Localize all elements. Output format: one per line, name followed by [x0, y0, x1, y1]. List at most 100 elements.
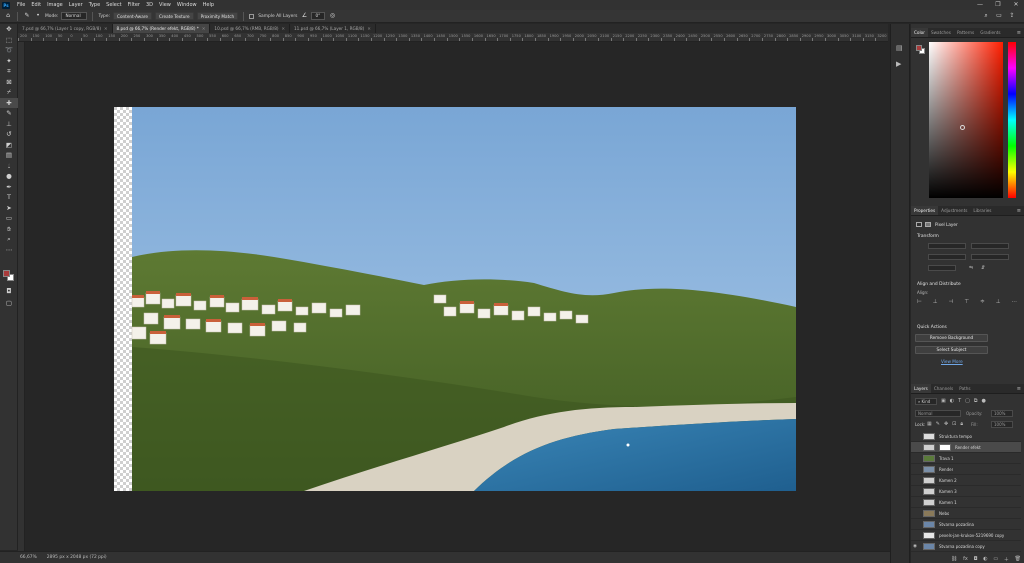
- hand-tool-icon[interactable]: ✋︎: [0, 224, 18, 235]
- close-window-button[interactable]: ✕: [1008, 0, 1024, 10]
- menu-filter[interactable]: Filter: [125, 2, 143, 8]
- menu-layer[interactable]: Layer: [66, 2, 86, 8]
- tab-layers[interactable]: Layers: [911, 384, 931, 393]
- close-tab-icon[interactable]: ✕: [202, 24, 206, 33]
- filter-shape-icon[interactable]: ▢: [965, 398, 970, 404]
- quick-actions-title[interactable]: Quick Actions: [917, 325, 947, 330]
- visibility-eye-icon[interactable]: [911, 431, 919, 442]
- align-top-icon[interactable]: ⊤: [964, 299, 969, 305]
- menu-file[interactable]: File: [14, 2, 28, 8]
- link-layers-icon[interactable]: ⛓: [951, 556, 957, 563]
- tab-patterns[interactable]: Patterns: [954, 28, 977, 37]
- transform-h-input[interactable]: [928, 254, 966, 260]
- menu-view[interactable]: View: [156, 2, 174, 8]
- layer-row[interactable]: Render efekt: [911, 442, 1021, 453]
- opacity-input[interactable]: 100%: [991, 410, 1013, 417]
- path-selection-tool-icon[interactable]: ➤: [0, 203, 18, 214]
- delete-layer-icon[interactable]: 🗑︎: [1015, 556, 1021, 563]
- align-bottom-icon[interactable]: ⊥: [996, 299, 1001, 305]
- menu-3d[interactable]: 3D: [143, 2, 156, 8]
- fx-icon[interactable]: fx: [963, 556, 968, 563]
- color-picker-cursor[interactable]: [960, 125, 965, 130]
- close-tab-icon[interactable]: ✕: [104, 24, 108, 33]
- tab-document-7[interactable]: 7.psd @ 66,7% (Layer 1 copy, RGB/8) ✕: [18, 24, 113, 33]
- tab-gradients[interactable]: Gradients: [977, 28, 1003, 37]
- content-aware-button[interactable]: Content-Aware: [113, 12, 152, 20]
- close-tab-icon[interactable]: ✕: [282, 24, 286, 33]
- proximity-match-button[interactable]: Proximity Match: [196, 12, 239, 20]
- sample-all-checkbox[interactable]: [249, 13, 255, 19]
- lock-all-icon[interactable]: 🔒︎: [960, 421, 963, 427]
- visibility-eye-icon[interactable]: [911, 530, 919, 541]
- flip-horizontal-icon[interactable]: ⇋: [969, 265, 977, 271]
- transform-angle-input[interactable]: [928, 265, 956, 271]
- new-group-icon[interactable]: ▭: [993, 556, 998, 563]
- create-texture-button[interactable]: Create Texture: [155, 12, 194, 20]
- close-tab-icon[interactable]: ✕: [367, 24, 371, 33]
- canvas-area[interactable]: [25, 42, 888, 551]
- lock-position-icon[interactable]: ✥: [944, 421, 948, 427]
- layer-row[interactable]: pexels-jan-krukov-5219690 copy: [911, 530, 1021, 541]
- hue-slider[interactable]: [1008, 42, 1016, 198]
- vertical-ruler[interactable]: [18, 42, 25, 551]
- blur-tool-icon[interactable]: 💧︎: [0, 161, 18, 172]
- crop-tool-icon[interactable]: ⌗: [0, 66, 18, 77]
- gradient-tool-icon[interactable]: ▤: [0, 150, 18, 161]
- remove-background-button[interactable]: Remove Background: [915, 334, 988, 342]
- type-tool-icon[interactable]: T: [0, 192, 18, 203]
- history-panel-icon[interactable]: ▤: [896, 44, 903, 52]
- fill-input[interactable]: 100%: [991, 421, 1013, 428]
- rectangle-tool-icon[interactable]: ▭: [0, 213, 18, 224]
- layer-row[interactable]: Trava 1: [911, 453, 1021, 464]
- eyedropper-tool-icon[interactable]: ⌿: [0, 87, 18, 98]
- adjustment-layer-icon[interactable]: ◐: [983, 556, 987, 563]
- magic-wand-tool-icon[interactable]: ✦: [0, 56, 18, 67]
- visibility-eye-icon[interactable]: [911, 519, 919, 530]
- layer-row[interactable]: Nebo: [911, 508, 1021, 519]
- visibility-eye-icon[interactable]: [911, 486, 919, 497]
- new-layer-icon[interactable]: ＋: [1004, 556, 1009, 563]
- minimize-button[interactable]: —: [972, 0, 988, 10]
- transform-w-input[interactable]: [928, 243, 966, 249]
- tab-color[interactable]: Color: [911, 28, 928, 37]
- tab-document-8[interactable]: 8.psd @ 66,7% (Render efekt, RGB/8) * ✕: [112, 24, 211, 33]
- frame-tool-icon[interactable]: ⊠: [0, 77, 18, 88]
- layer-mask-thumbnail[interactable]: [939, 443, 951, 451]
- zoom-tool-icon[interactable]: ⌕: [0, 234, 18, 245]
- tab-document-11[interactable]: 11.psd @ 66,7% (Layer 1, RGB/8) ✕: [290, 24, 376, 33]
- visibility-eye-icon[interactable]: [911, 464, 919, 475]
- menu-image[interactable]: Image: [44, 2, 66, 8]
- layer-row[interactable]: Kamen 2: [911, 475, 1021, 486]
- screen-mode-icon[interactable]: ▢: [0, 298, 18, 309]
- tab-document-10[interactable]: 10.psd @ 66,7% (RMB, RGB/8) ✕: [210, 24, 291, 33]
- layer-filter-select[interactable]: ⌕ Kind: [915, 398, 937, 405]
- lock-pixels-icon[interactable]: ✎: [936, 421, 940, 427]
- align-right-icon[interactable]: ⊣: [949, 299, 954, 305]
- flip-vertical-icon[interactable]: ⇵: [981, 265, 989, 271]
- align-center-h-icon[interactable]: ⊥: [933, 299, 938, 305]
- brush-tool-icon[interactable]: ✎: [0, 108, 18, 119]
- add-mask-icon[interactable]: ◘: [974, 556, 978, 563]
- tab-swatches[interactable]: Swatches: [928, 28, 954, 37]
- menu-edit[interactable]: Edit: [28, 2, 44, 8]
- search-icon[interactable]: ⌕: [982, 12, 990, 20]
- panel-menu-icon[interactable]: ≡: [1017, 206, 1021, 216]
- angle-input[interactable]: 0°: [311, 12, 326, 20]
- zoom-level[interactable]: 66,67%: [20, 555, 37, 560]
- visibility-eye-icon[interactable]: ◉: [911, 541, 919, 552]
- visibility-eye-icon[interactable]: [911, 442, 919, 453]
- panel-menu-icon[interactable]: ≡: [1017, 28, 1021, 38]
- layer-row[interactable]: Kamen 3: [911, 486, 1021, 497]
- home-icon[interactable]: ⌂: [4, 12, 12, 20]
- marquee-tool-icon[interactable]: ⬚: [0, 35, 18, 46]
- history-brush-tool-icon[interactable]: ↺: [0, 129, 18, 140]
- dodge-tool-icon[interactable]: ●: [0, 171, 18, 182]
- visibility-eye-icon[interactable]: [911, 475, 919, 486]
- filter-pixel-icon[interactable]: ▣: [941, 398, 946, 404]
- actions-panel-icon[interactable]: ▶: [896, 60, 901, 68]
- pressure-icon[interactable]: ◎: [328, 12, 336, 20]
- filter-toggle-icon[interactable]: ●: [981, 398, 985, 404]
- document-size[interactable]: 2895 px x 2048 px (72 ppi): [47, 555, 107, 560]
- tab-adjustments[interactable]: Adjustments: [938, 206, 970, 215]
- tab-channels[interactable]: Channels: [931, 384, 956, 393]
